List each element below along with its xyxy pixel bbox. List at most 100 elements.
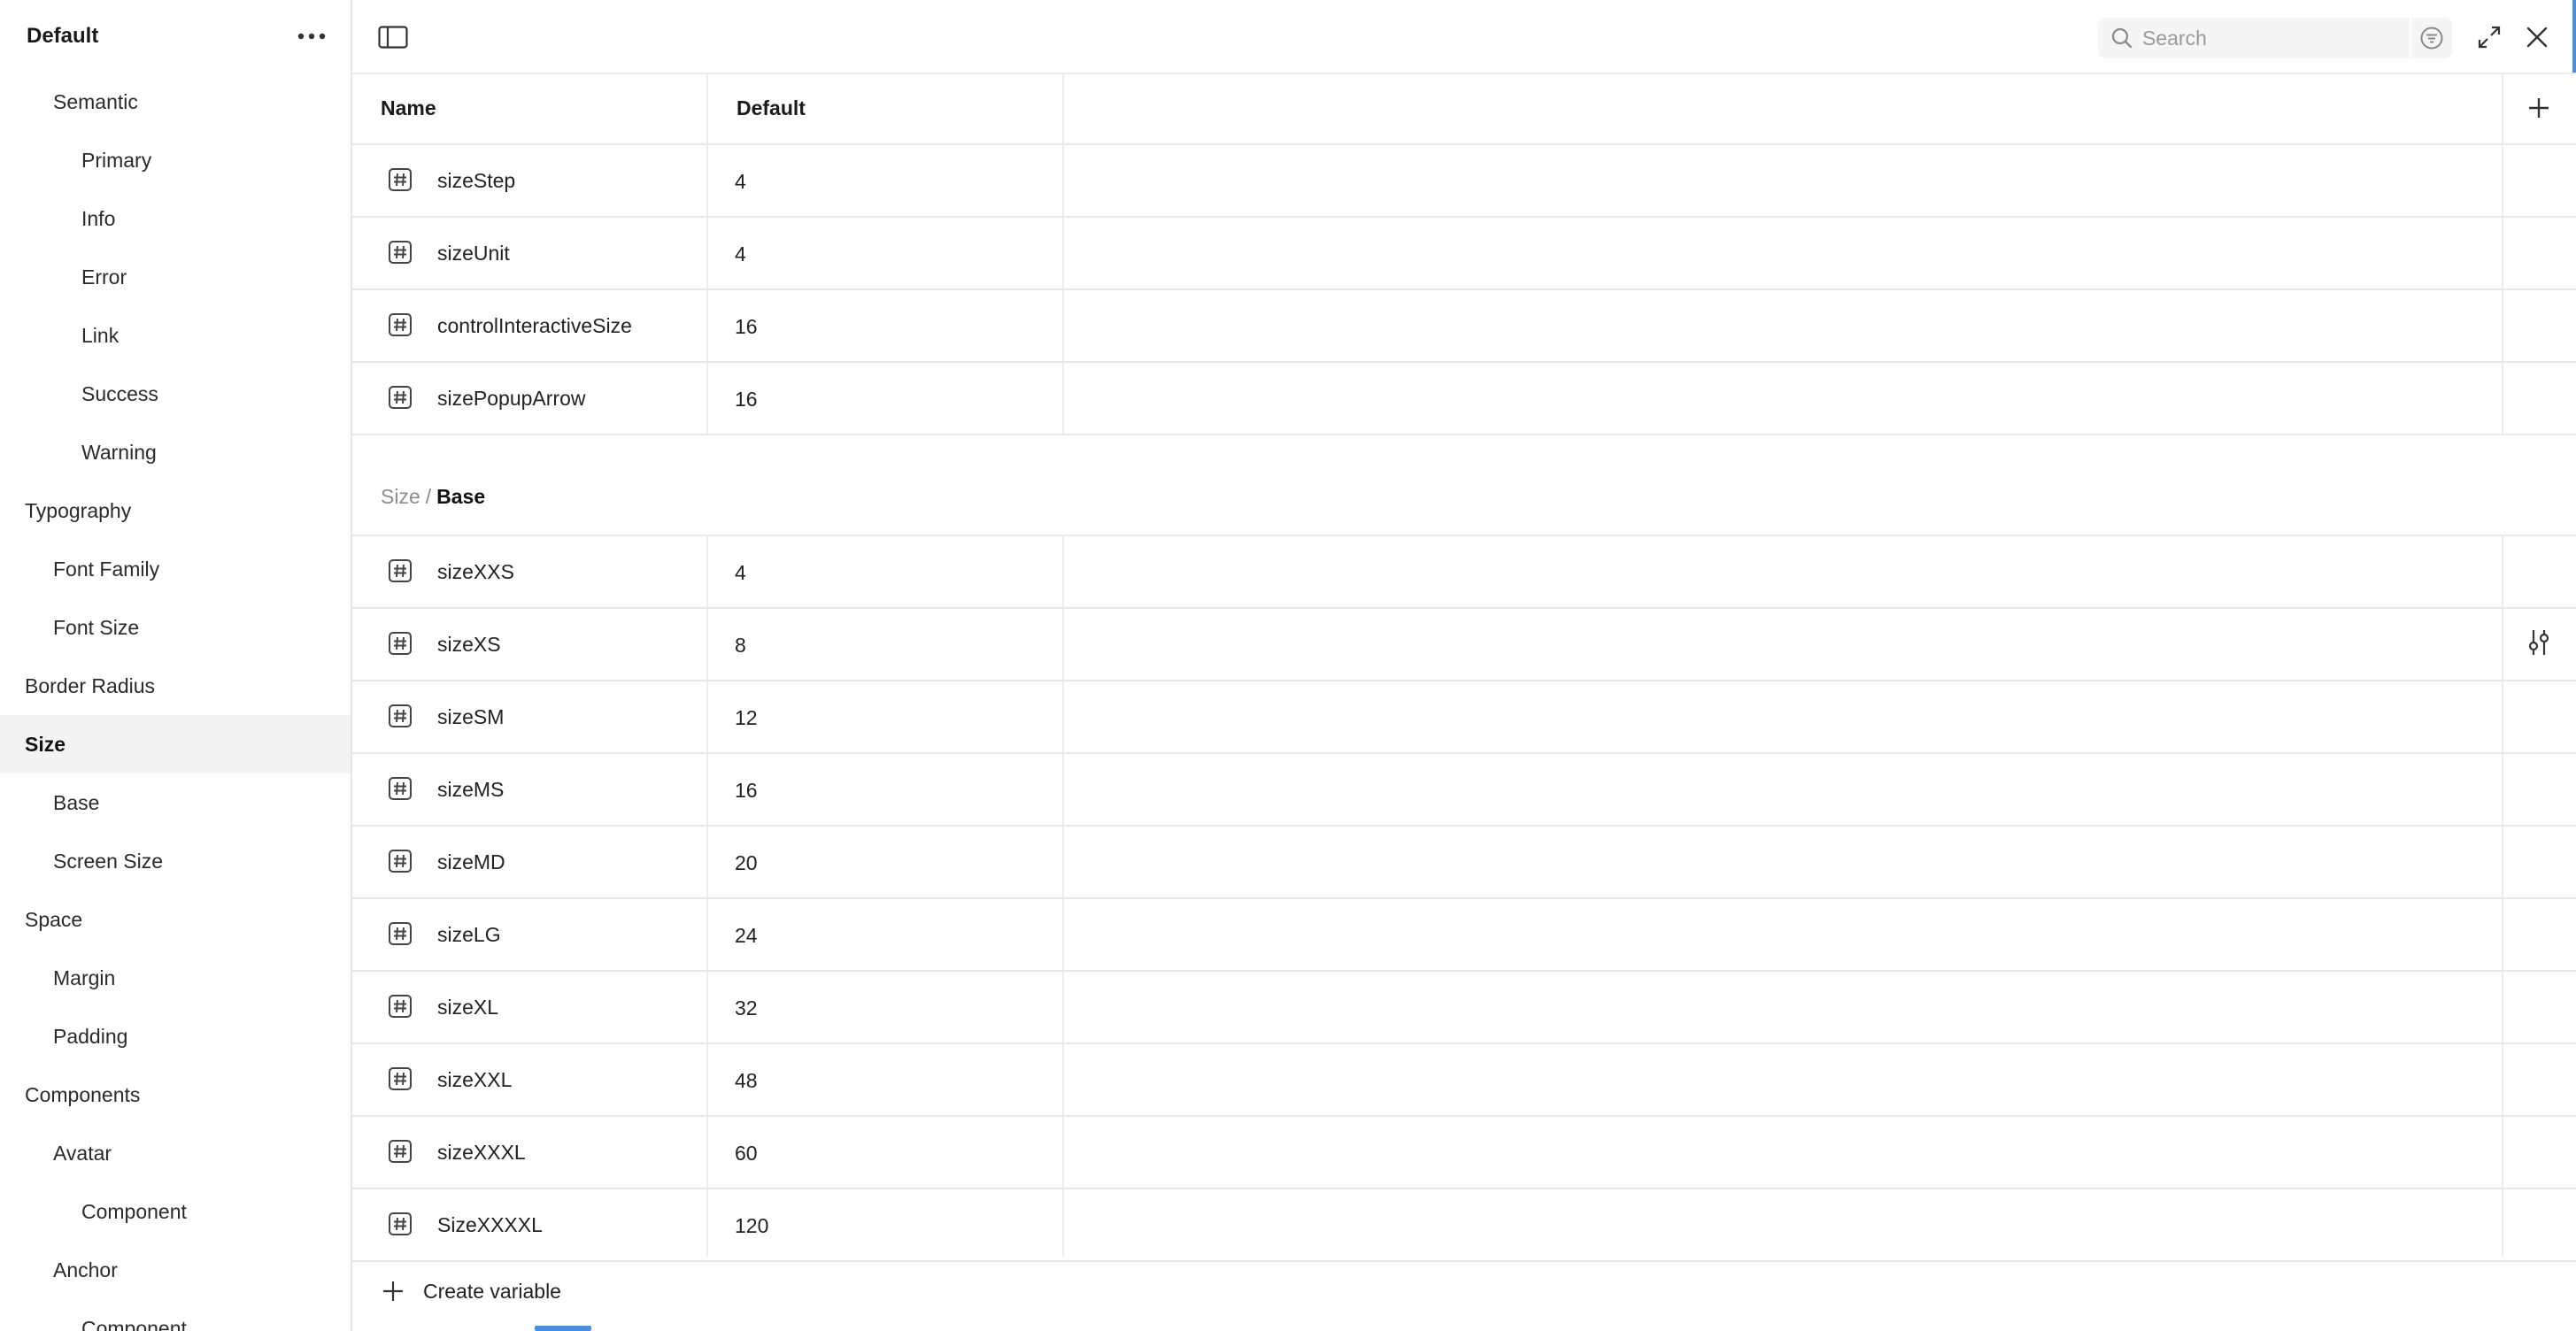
more-options-button[interactable] <box>294 19 329 54</box>
table-row[interactable]: sizeLG 24 <box>352 899 2576 972</box>
variable-name[interactable]: sizeMS <box>437 754 504 825</box>
scroll-indicator <box>2572 0 2576 73</box>
number-variable-icon <box>388 776 413 801</box>
sidebar-item-border-radius[interactable]: Border Radius <box>0 657 351 715</box>
sidebar-item-label: Components <box>25 1082 141 1106</box>
variable-value[interactable]: 16 <box>735 363 758 434</box>
sidebar-item-padding[interactable]: Padding <box>0 1007 351 1066</box>
sidebar-item-semantic[interactable]: Semantic <box>0 73 351 131</box>
sidebar-item-base[interactable]: Base <box>0 773 351 832</box>
variable-name[interactable]: sizeXXL <box>437 1044 512 1115</box>
variables-panel: Name Default sizeStep4sizeUnit4controlIn… <box>352 0 2576 1331</box>
close-button[interactable] <box>2519 19 2555 55</box>
sidebar-item-label: Warning <box>81 440 157 464</box>
variable-value[interactable]: 4 <box>735 145 746 216</box>
variable-value[interactable]: 48 <box>735 1044 758 1115</box>
sidebar-item-label: Font Family <box>53 557 160 581</box>
variable-rows-group1: sizeStep 4 sizeUnit 4 controlInteractiveSize… <box>352 145 2576 435</box>
variable-value[interactable]: 16 <box>735 290 758 361</box>
column-header-name: Name <box>381 96 436 119</box>
variable-name[interactable]: sizeXXXL <box>437 1117 526 1188</box>
table-row[interactable]: sizeStep 4 <box>352 145 2576 218</box>
expand-button[interactable] <box>2472 19 2507 55</box>
variable-name[interactable]: sizePopupArrow <box>437 363 585 434</box>
variable-value[interactable]: 8 <box>735 609 746 680</box>
group-header: Size / Base <box>352 437 2576 536</box>
variable-value[interactable]: 120 <box>735 1189 768 1260</box>
number-variable-icon <box>388 312 413 337</box>
sidebar-item-warning[interactable]: Warning <box>0 423 351 481</box>
variable-name[interactable]: sizeMD <box>437 827 505 897</box>
table-row[interactable]: sizeXXXL 60 <box>352 1117 2576 1189</box>
variable-value[interactable]: 4 <box>735 536 746 607</box>
variable-value[interactable]: 60 <box>735 1117 758 1188</box>
sidebar-item-error[interactable]: Error <box>0 248 351 306</box>
sidebar-item-avatar[interactable]: Avatar <box>0 1124 351 1182</box>
sidebar-item-screen-size[interactable]: Screen Size <box>0 832 351 890</box>
sidebar-item-label: Screen Size <box>53 849 164 873</box>
group-parent-label[interactable]: Size <box>381 485 420 508</box>
sidebar-item-info[interactable]: Info <box>0 189 351 248</box>
table-row[interactable]: sizeMD 20 <box>352 827 2576 899</box>
sidebar-item-margin[interactable]: Margin <box>0 949 351 1007</box>
table-row[interactable]: SizeXXXXL 120 <box>352 1189 2576 1262</box>
variable-value[interactable]: 32 <box>735 972 758 1042</box>
variable-name[interactable]: sizeXXS <box>437 536 514 607</box>
sidebar-item-label: Component <box>81 1199 187 1223</box>
table-row[interactable]: sizeXXL 48 <box>352 1044 2576 1117</box>
sidebar-item-label: Success <box>81 381 158 405</box>
variable-name[interactable]: sizeSM <box>437 681 504 752</box>
search-input[interactable] <box>2135 19 2410 57</box>
sidebar-item-component[interactable]: Component <box>0 1299 351 1331</box>
sidebar-item-size[interactable]: Size <box>0 715 351 773</box>
sidebar-header: Default <box>0 0 351 73</box>
add-mode-button[interactable] <box>2519 88 2558 127</box>
variable-value[interactable]: 24 <box>735 899 758 970</box>
table-row[interactable]: sizeXS 8 <box>352 609 2576 681</box>
sidebar-item-space[interactable]: Space <box>0 890 351 949</box>
filter-button[interactable] <box>2410 18 2452 58</box>
edit-variable-button[interactable] <box>2519 626 2558 665</box>
sidebar-item-anchor[interactable]: Anchor <box>0 1241 351 1299</box>
sidebar-item-font-family[interactable]: Font Family <box>0 540 351 598</box>
table-row[interactable]: controlInteractiveSize 16 <box>352 290 2576 363</box>
sidebar-item-font-size[interactable]: Font Size <box>0 598 351 657</box>
sidebar-item-label: Semantic <box>53 89 138 113</box>
sidebar-item-label: Border Radius <box>25 673 156 697</box>
table-row[interactable]: sizeMS 16 <box>352 754 2576 827</box>
variable-value[interactable]: 12 <box>735 681 758 752</box>
number-variable-icon <box>388 1139 413 1164</box>
variable-value[interactable]: 20 <box>735 827 758 897</box>
table-row[interactable]: sizePopupArrow 16 <box>352 363 2576 435</box>
variable-name[interactable]: sizeXS <box>437 609 501 680</box>
sidebar-item-label: Margin <box>53 966 116 989</box>
variable-value[interactable]: 16 <box>735 754 758 825</box>
variable-name[interactable]: controlInteractiveSize <box>437 290 632 361</box>
sidebar-toggle-button[interactable] <box>377 21 409 53</box>
create-variable-button[interactable]: Create variable <box>379 1269 561 1313</box>
plus-icon <box>379 1277 407 1305</box>
variable-name[interactable]: SizeXXXXL <box>437 1189 543 1260</box>
number-variable-icon <box>388 167 413 192</box>
sidebar-item-link[interactable]: Link <box>0 306 351 365</box>
variable-value[interactable]: 4 <box>735 218 746 289</box>
variable-name[interactable]: sizeUnit <box>437 218 510 289</box>
variable-name[interactable]: sizeXL <box>437 972 498 1042</box>
table-row[interactable]: sizeXXS 4 <box>352 536 2576 609</box>
sidebar-item-label: Anchor <box>53 1258 118 1281</box>
sidebar-item-components[interactable]: Components <box>0 1066 351 1124</box>
table-row[interactable]: sizeXL 32 <box>352 972 2576 1044</box>
table-row[interactable]: sizeUnit 4 <box>352 218 2576 290</box>
variable-name[interactable]: sizeStep <box>437 145 515 216</box>
variable-name[interactable]: sizeLG <box>437 899 501 970</box>
sidebar-item-typography[interactable]: Typography <box>0 481 351 540</box>
column-header-mode[interactable]: Default <box>737 73 806 143</box>
sidebar-item-success[interactable]: Success <box>0 365 351 423</box>
sidebar-item-label: Info <box>81 206 116 230</box>
create-variable-label: Create variable <box>423 1279 561 1303</box>
number-variable-icon <box>388 704 413 728</box>
sidebar-item-component[interactable]: Component <box>0 1182 351 1241</box>
sidebar-item-label: Base <box>53 790 100 814</box>
table-row[interactable]: sizeSM 12 <box>352 681 2576 754</box>
sidebar-item-primary[interactable]: Primary <box>0 131 351 189</box>
